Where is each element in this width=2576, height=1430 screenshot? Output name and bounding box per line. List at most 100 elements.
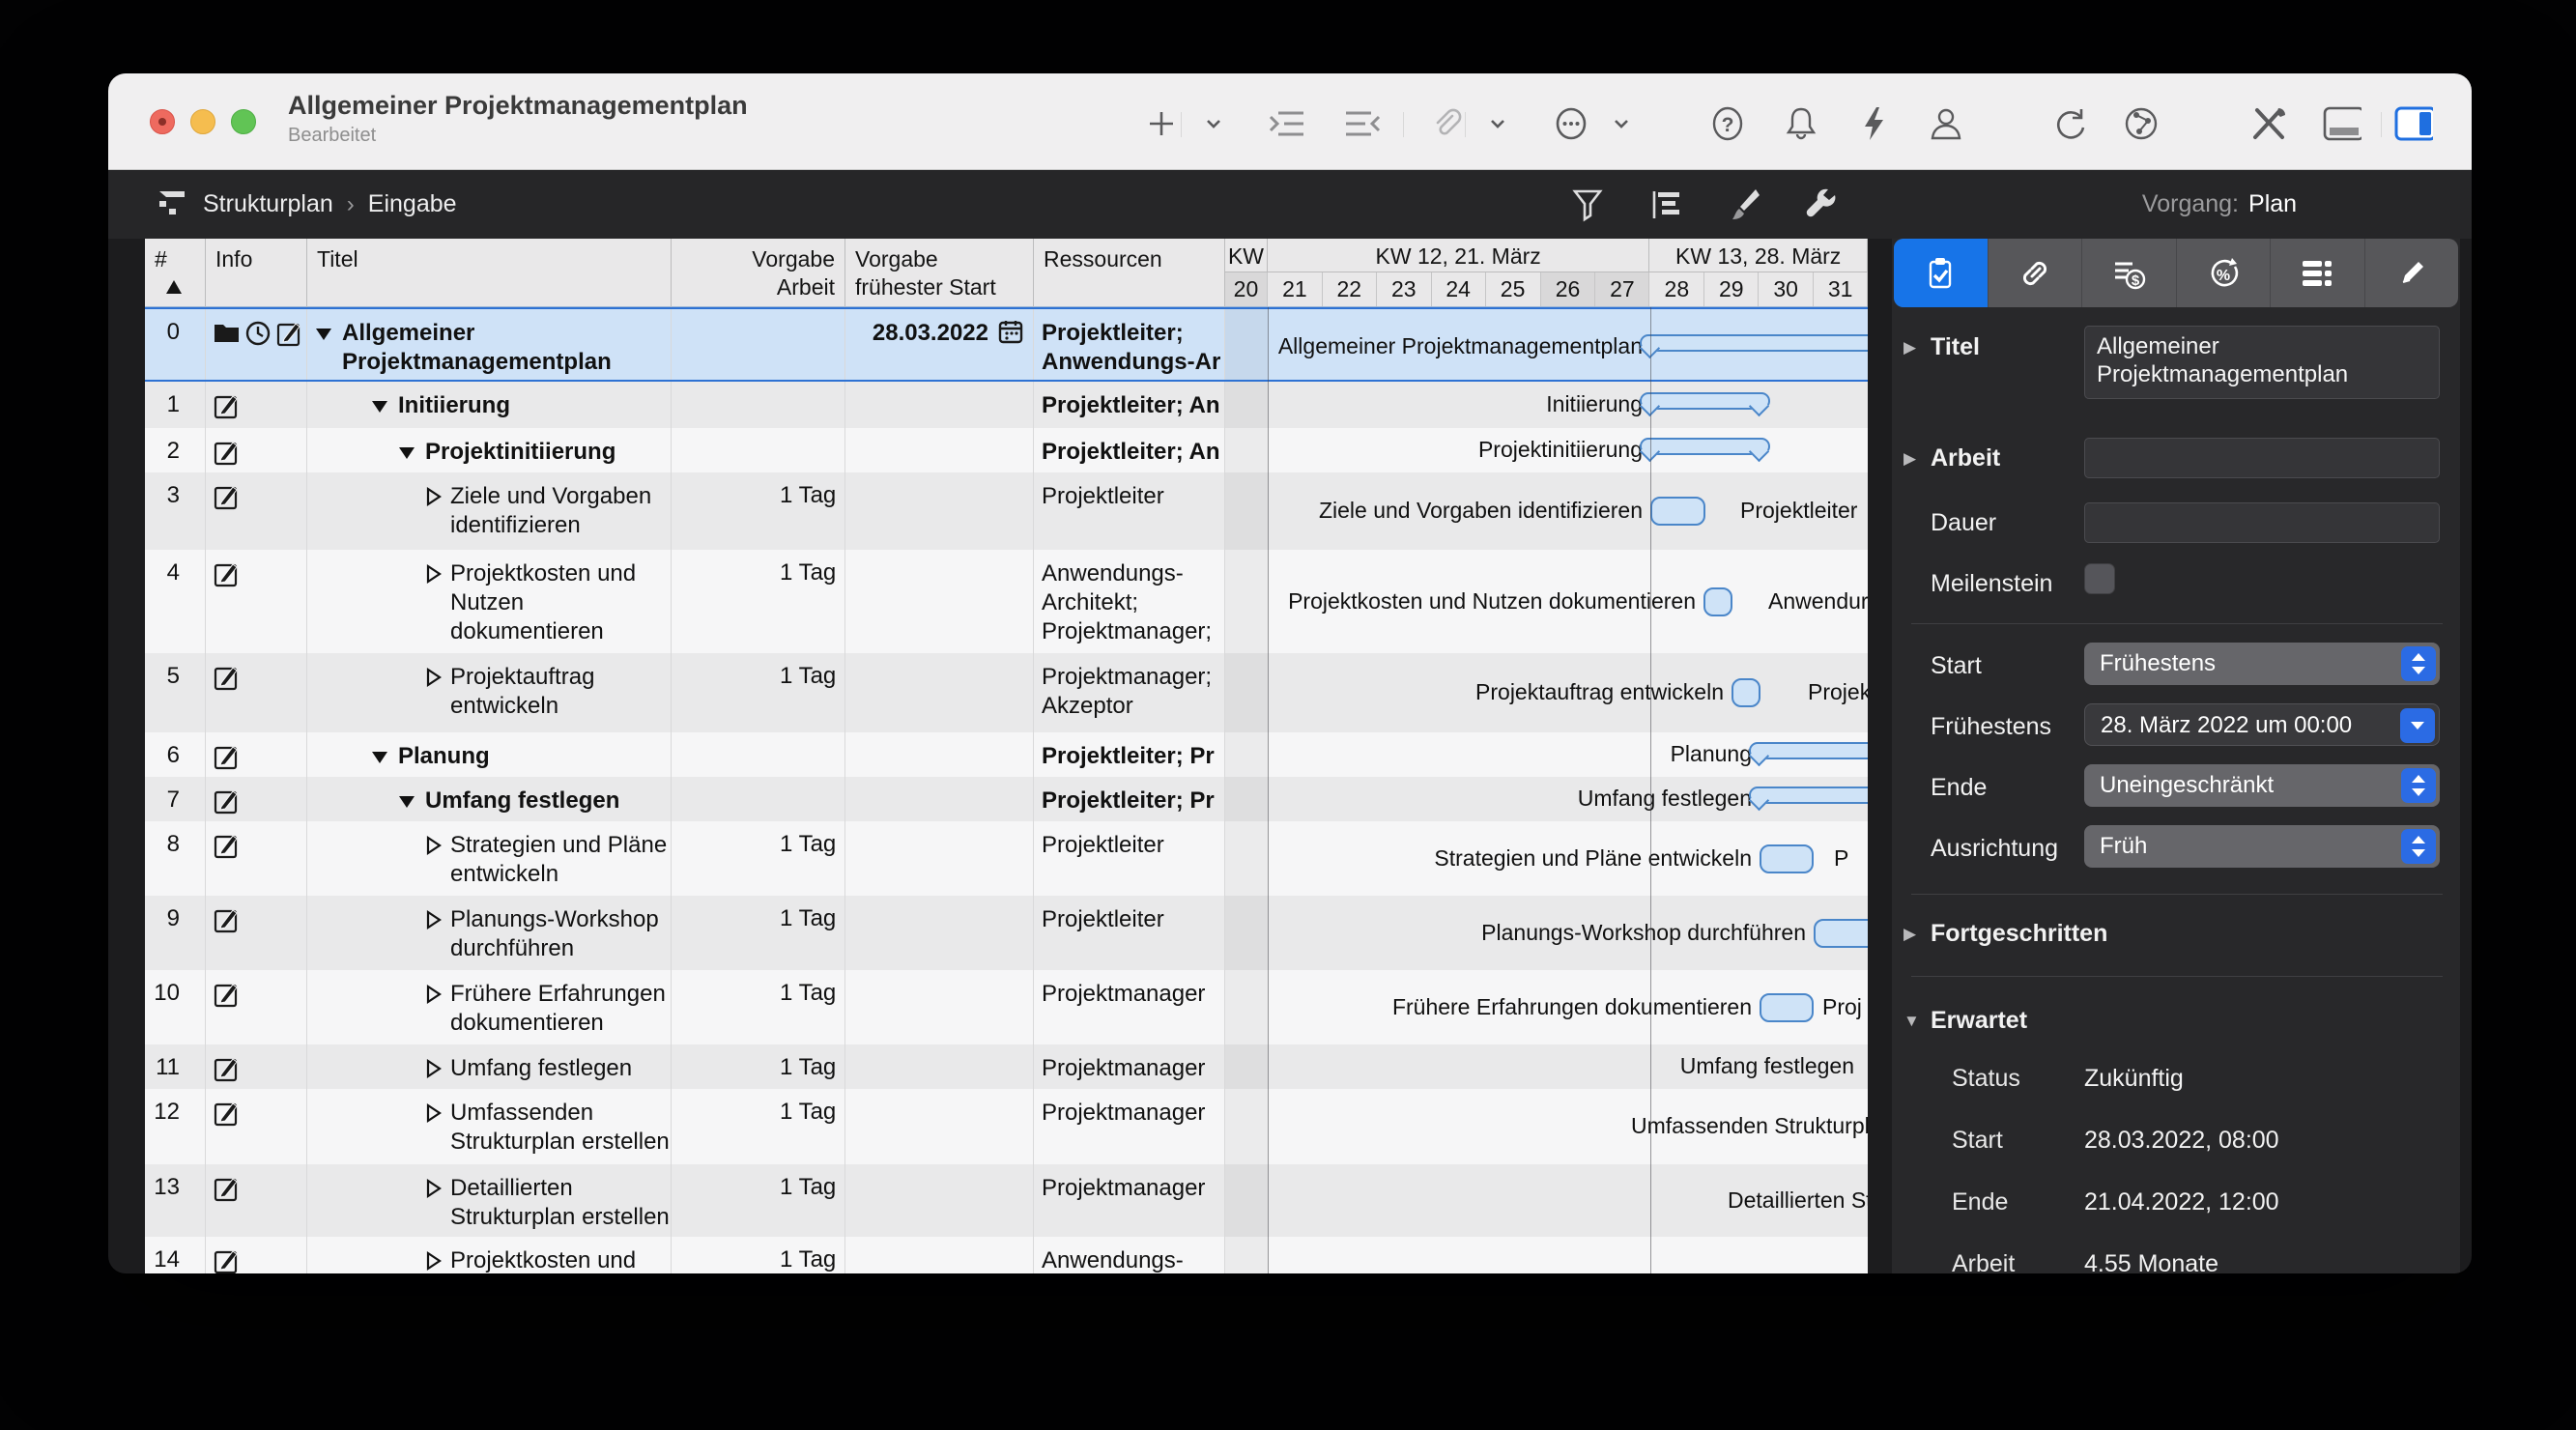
sync-icon[interactable] (2050, 104, 2089, 143)
column-header-ressourcen[interactable]: Ressourcen (1034, 239, 1225, 307)
folder-icon[interactable] (214, 319, 240, 351)
attachment-icon[interactable] (1426, 104, 1465, 143)
edit-note-icon[interactable] (214, 391, 240, 426)
dauer-input[interactable] (2084, 502, 2440, 543)
lightning-icon[interactable] (1855, 104, 1894, 143)
edit-note-icon[interactable] (214, 786, 240, 821)
minimize-button[interactable] (190, 109, 215, 134)
table-row[interactable]: 5Projektauftragentwickeln1 TagProjektman… (145, 653, 1868, 732)
leaf-icon[interactable] (423, 909, 443, 937)
table-row[interactable]: 11Umfang festlegen1 TagProjektmanagerUmf… (145, 1044, 1868, 1089)
settings-tools-icon[interactable] (2249, 104, 2288, 143)
table-row[interactable]: 2ProjektinitiierungProjektleiter; AnProj… (145, 428, 1868, 472)
wrench-icon[interactable] (1801, 186, 1842, 224)
start-dropdown[interactable]: Frühestens (2084, 643, 2440, 685)
gantt-task-bar[interactable] (1732, 678, 1760, 707)
titel-input[interactable]: Allgemeiner Projektmanagementplan (2084, 326, 2440, 399)
edit-note-icon[interactable] (214, 980, 240, 1015)
collapse-icon[interactable] (396, 790, 417, 817)
notifications-icon[interactable] (1782, 104, 1820, 143)
edit-note-icon[interactable] (276, 319, 302, 354)
zoom-button[interactable] (231, 109, 256, 134)
table-row[interactable]: 8Strategien und Pläneentwickeln1 TagProj… (145, 821, 1868, 896)
table-row[interactable]: 1InitiierungProjektleiter; AnInitiierung (145, 382, 1868, 428)
panel-right-icon[interactable] (2394, 104, 2433, 143)
style-brush-icon[interactable] (1724, 186, 1764, 224)
edit-note-icon[interactable] (214, 1174, 240, 1209)
tab-links[interactable] (1989, 239, 2083, 307)
edit-note-icon[interactable] (214, 831, 240, 866)
column-header-number[interactable]: # (145, 239, 206, 307)
titel-disclosure-icon[interactable]: ▶ (1903, 338, 1916, 358)
edit-note-icon[interactable] (214, 742, 240, 777)
table-row[interactable]: 13DetailliertenStrukturplan erstellen1 T… (145, 1164, 1868, 1237)
help-icon[interactable]: ? (1708, 104, 1747, 143)
edit-note-icon[interactable] (214, 663, 240, 698)
edit-note-icon[interactable] (214, 905, 240, 940)
tab-notes[interactable] (2365, 239, 2459, 307)
table-row[interactable]: 3Ziele und Vorgabenidentifizieren1 TagPr… (145, 472, 1868, 550)
table-row[interactable]: 9Planungs-Workshopdurchführen1 TagProjek… (145, 896, 1868, 970)
fortgeschritten-disclosure-icon[interactable]: ▶ (1903, 925, 1916, 944)
breadcrumb-page[interactable]: Eingabe (368, 190, 457, 218)
add-icon[interactable] (1142, 104, 1181, 143)
collapse-icon[interactable] (369, 746, 390, 773)
leaf-icon[interactable] (423, 1058, 443, 1086)
leaf-icon[interactable] (423, 984, 443, 1012)
leaf-icon[interactable] (423, 667, 443, 695)
fruehestens-date-dropdown[interactable]: 28. März 2022 um 00:00 (2084, 703, 2440, 746)
outdent-icon[interactable] (1343, 104, 1382, 143)
edit-note-icon[interactable] (214, 559, 240, 594)
tab-progress[interactable]: % (2177, 239, 2272, 307)
collapse-icon[interactable] (313, 323, 334, 350)
breadcrumb-view[interactable]: Strukturplan (203, 190, 333, 218)
more-chevron-icon[interactable] (1602, 104, 1641, 143)
ende-dropdown[interactable]: Uneingeschränkt (2084, 764, 2440, 807)
column-header-titel[interactable]: Titel (307, 239, 672, 307)
collapse-icon[interactable] (369, 395, 390, 422)
gantt-task-bar[interactable] (1814, 919, 1868, 948)
edit-note-icon[interactable] (214, 1099, 240, 1133)
edit-note-icon[interactable] (214, 438, 240, 472)
add-chevron-icon[interactable] (1194, 104, 1233, 143)
leaf-icon[interactable] (423, 835, 443, 863)
arbeit-disclosure-icon[interactable]: ▶ (1903, 449, 1916, 469)
column-header-vorgabe-start[interactable]: Vorgabefrühester Start (845, 239, 1034, 307)
filter-icon[interactable] (1567, 186, 1608, 224)
gantt-task-bar[interactable] (1650, 497, 1705, 526)
table-row[interactable]: 4Projektkosten undNutzendokumentieren1 T… (145, 550, 1868, 653)
arbeit-input[interactable] (2084, 438, 2440, 478)
outline-options-icon[interactable] (1646, 186, 1687, 224)
edit-note-icon[interactable] (214, 1054, 240, 1089)
gantt-group-bar[interactable] (1640, 334, 1868, 352)
close-button[interactable] (150, 109, 175, 134)
leaf-icon[interactable] (423, 1102, 443, 1130)
more-actions-icon[interactable] (1552, 104, 1590, 143)
table-row[interactable]: 7Umfang festlegenProjektleiter; PrUmfang… (145, 777, 1868, 821)
collapse-icon[interactable] (396, 442, 417, 469)
tab-cost[interactable]: $ (2082, 239, 2177, 307)
table-row[interactable]: 6PlanungProjektleiter; PrPlanung (145, 732, 1868, 777)
leaf-icon[interactable] (423, 1250, 443, 1273)
gantt-task-bar[interactable] (1703, 587, 1732, 616)
panel-bottom-icon[interactable] (2323, 104, 2361, 143)
tab-rows[interactable] (2271, 239, 2365, 307)
gantt-task-bar[interactable] (1760, 993, 1814, 1022)
clock-icon[interactable] (245, 319, 271, 353)
attachment-chevron-icon[interactable] (1478, 104, 1517, 143)
ausrichtung-dropdown[interactable]: Früh (2084, 825, 2440, 868)
erwartet-disclosure-icon[interactable]: ▼ (1903, 1012, 1920, 1031)
indent-icon[interactable] (1268, 104, 1306, 143)
edit-note-icon[interactable] (214, 482, 240, 517)
edit-note-icon[interactable] (214, 1246, 240, 1273)
table-row[interactable]: 0AllgemeinerProjektmanagementplan28.03.2… (145, 307, 1868, 382)
table-row[interactable]: 10Frühere Erfahrungendokumentieren1 TagP… (145, 970, 1868, 1044)
leaf-icon[interactable] (423, 486, 443, 514)
gantt-task-bar[interactable] (1760, 844, 1814, 873)
column-header-info[interactable]: Info (206, 239, 307, 307)
user-icon[interactable] (1927, 104, 1965, 143)
tab-info[interactable] (1894, 239, 1989, 307)
leaf-icon[interactable] (423, 1178, 443, 1206)
table-row[interactable]: 12UmfassendenStrukturplan erstellen1 Tag… (145, 1089, 1868, 1164)
gantt-timeline-header[interactable]: KWKW 12, 21. MärzKW 13, 28. März 2021222… (1225, 239, 1868, 307)
